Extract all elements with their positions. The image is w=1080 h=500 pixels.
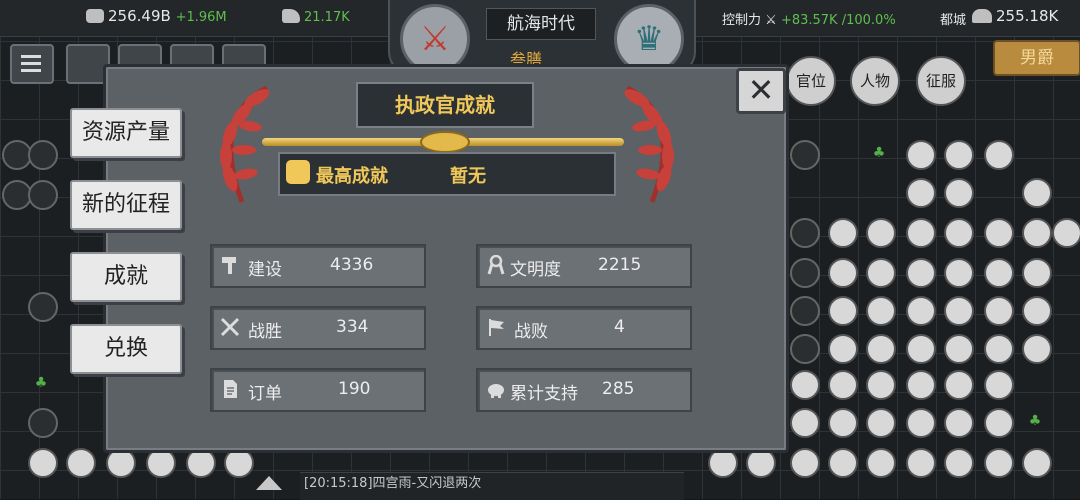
control-value: +83.57K /100.0% [780,13,896,28]
stat-losses: 战败 4 [476,306,692,350]
side-menu-redeem[interactable]: 兑换 [70,324,182,374]
stat-value: 190 [338,379,371,399]
stat-label: 订单 [248,384,282,404]
stat-wins: 战胜 334 [210,306,426,350]
menu-button[interactable] [10,44,54,84]
close-button[interactable]: ✕ [736,68,786,114]
stat-label: 战败 [514,322,548,342]
conquer-button[interactable]: 征服 [916,56,966,106]
side-menu-achievements[interactable]: 成就 [70,252,182,302]
population-value: 255.18K [996,7,1059,25]
coins-value: 256.49B [108,7,171,25]
fist-icon [286,160,310,184]
best-achievement-value: 暂无 [450,166,486,187]
rank-button[interactable]: 男爵 [993,40,1080,76]
capital-label: 都城 [940,13,967,28]
coins-rate: +1.96M [175,10,227,25]
crown-icon: ♛ [633,19,665,59]
coins-icon [86,9,104,23]
stat-value: 285 [602,379,635,399]
gold-ornament [420,131,470,153]
close-icon: ✕ [747,71,775,109]
modal-title: 执政官成就 [356,82,534,128]
era-title: 航海时代 [486,8,596,40]
control-label: 控制力 [722,13,762,28]
control-stat[interactable]: 控制力 ⚔ +83.57K /100.0% [722,9,896,28]
stat-label: 战胜 [248,322,282,342]
power-value: 21.17K [304,10,350,25]
ribbon-icon [487,255,505,275]
hamburger-icon [21,55,41,58]
side-menu-resource-output[interactable]: 资源产量 [70,108,182,158]
office-button[interactable]: 官位 [786,56,836,106]
stat-civilization: 文明度 2215 [476,244,692,288]
stat-value: 4336 [330,255,374,275]
stat-orders: 订单 190 [210,368,426,412]
stat-label: 文明度 [510,260,561,280]
stat-construction: 建设 4336 [210,244,426,288]
piggy-bank-icon [488,384,504,398]
stat-label: 建设 [248,260,282,280]
crossed-swords-icon [220,317,240,337]
crossed-swords-small-icon: ⚔ [765,13,777,28]
power-stat[interactable]: 21.17K [282,7,350,25]
coins-stat[interactable]: 256.49B +1.96M [86,7,227,25]
document-icon [224,380,237,398]
stat-total-support: 累计支持 285 [476,368,692,412]
people-icon [972,9,992,23]
chat-message[interactable]: [20:15:18]四宫雨-又闪退两次 [300,472,684,500]
stat-value: 2215 [598,255,642,275]
best-achievement-label: 最高成就 [316,166,388,187]
characters-button[interactable]: 人物 [850,56,900,106]
crossed-swords-icon: ⚔ [419,19,451,59]
best-achievement-box: 最高成就 暂无 [278,152,616,196]
chat-expand-icon[interactable] [256,476,282,490]
stat-value: 334 [336,317,369,337]
era-panel: ⚔ 航海时代 叁膳 ♛ [388,0,696,74]
stat-value: 4 [614,317,625,337]
side-menu-new-journey[interactable]: 新的征程 [70,180,182,230]
population-stat[interactable]: 255.18K [972,7,1058,25]
flag-icon [489,319,504,336]
strength-icon [282,9,300,23]
stat-label: 累计支持 [510,384,578,404]
hammer-icon [222,257,236,274]
